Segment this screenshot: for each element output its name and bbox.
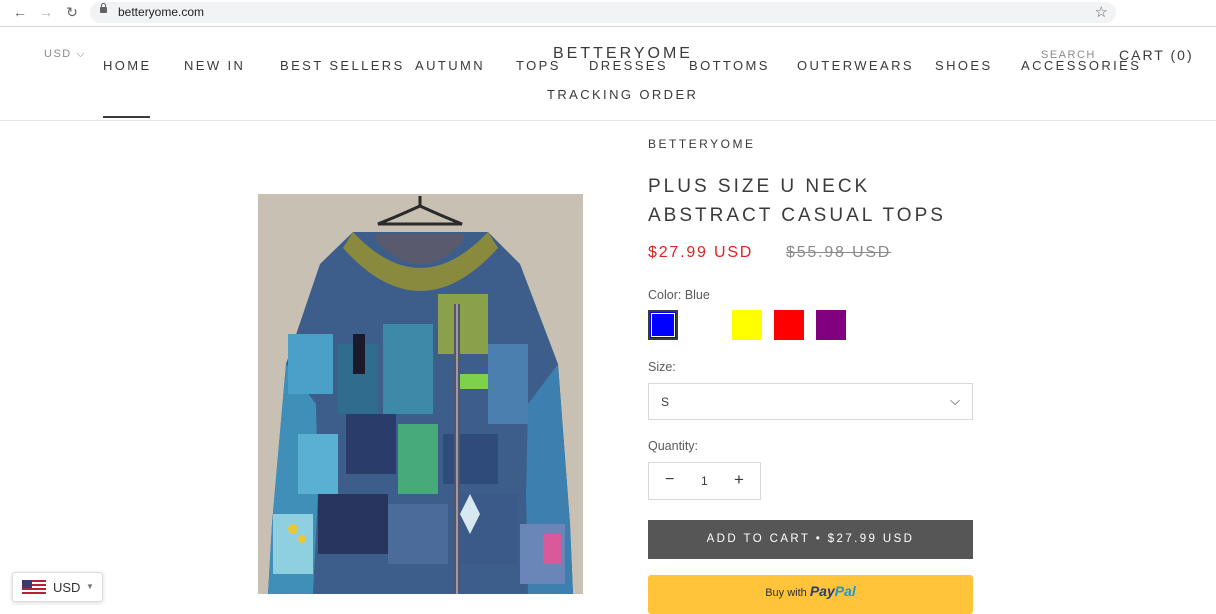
caret-down-icon: ▼ (86, 582, 94, 591)
nav-dresses[interactable]: DRESSES (589, 58, 668, 73)
product-image[interactable] (258, 194, 583, 594)
nav-outerwears[interactable]: OUTERWEARS (797, 58, 914, 73)
address-bar[interactable]: betteryome.com ☆ (90, 2, 1116, 23)
compare-price: $55.98 USD (786, 244, 892, 261)
swatch-red[interactable] (774, 310, 804, 340)
quantity-decrease-button[interactable]: − (665, 471, 674, 489)
back-arrow-icon[interactable]: ← (11, 3, 29, 21)
paypal-button[interactable]: Buy with PayPal (648, 575, 973, 614)
chevron-down-icon: ⌵ (950, 393, 960, 408)
quantity-label: Quantity: (648, 439, 699, 453)
forward-arrow-icon[interactable]: → (37, 3, 55, 21)
nav-shoes[interactable]: SHOES (935, 58, 993, 73)
sale-price: $27.99 USD (648, 244, 754, 261)
swatch-yellow[interactable] (732, 310, 762, 340)
add-to-cart-button[interactable]: ADD TO CART • $27.99 USD (648, 520, 973, 559)
swatch-white[interactable] (690, 310, 720, 340)
active-nav-indicator (103, 116, 150, 118)
nav-bottoms[interactable]: BOTTOMS (689, 58, 770, 73)
bookmark-star-icon[interactable]: ☆ (1095, 3, 1108, 21)
swatch-blue[interactable] (648, 310, 678, 340)
size-label: Size: (648, 360, 676, 374)
product-title: PLUS SIZE U NECK ABSTRACT CASUAL TOPS (648, 176, 946, 226)
url-text: betteryome.com (118, 5, 205, 19)
jacket-illustration (258, 194, 583, 594)
nav-home[interactable]: HOME (103, 58, 152, 73)
currency-selector[interactable]: USD ⌵ (44, 48, 86, 61)
nav-new-in[interactable]: NEW IN (184, 58, 245, 73)
size-select[interactable]: S ⌵ (648, 383, 973, 420)
swatch-purple[interactable] (816, 310, 846, 340)
quantity-stepper: − 1 + (648, 462, 761, 500)
us-flag-icon (22, 580, 46, 594)
reload-icon[interactable]: ↻ (63, 3, 81, 21)
quantity-increase-button[interactable]: + (734, 470, 744, 490)
nav-tracking-order[interactable]: TRACKING ORDER (547, 87, 698, 102)
site-header: USD ⌵ BETTERYOME SEARCH CART (0) HOME NE… (0, 27, 1216, 121)
color-label: Color: Blue (648, 288, 710, 302)
lock-icon (100, 3, 107, 13)
nav-best-sellers[interactable]: BEST SELLERS (280, 58, 405, 73)
currency-converter-widget[interactable]: USD ▼ (12, 572, 103, 602)
size-value: S (661, 395, 670, 409)
quantity-input[interactable]: 1 (701, 474, 708, 488)
product-vendor[interactable]: BETTERYOME (648, 137, 755, 151)
browser-toolbar: ← → ↻ betteryome.com ☆ (0, 0, 1216, 27)
currency-widget-label: USD (53, 580, 81, 595)
paypal-button-label: Buy with PayPal (765, 583, 856, 599)
nav-accessories[interactable]: ACCESSORIES (1021, 58, 1141, 73)
nav-autumn[interactable]: AUTUMN (415, 58, 485, 73)
nav-tops[interactable]: TOPS (516, 58, 561, 73)
